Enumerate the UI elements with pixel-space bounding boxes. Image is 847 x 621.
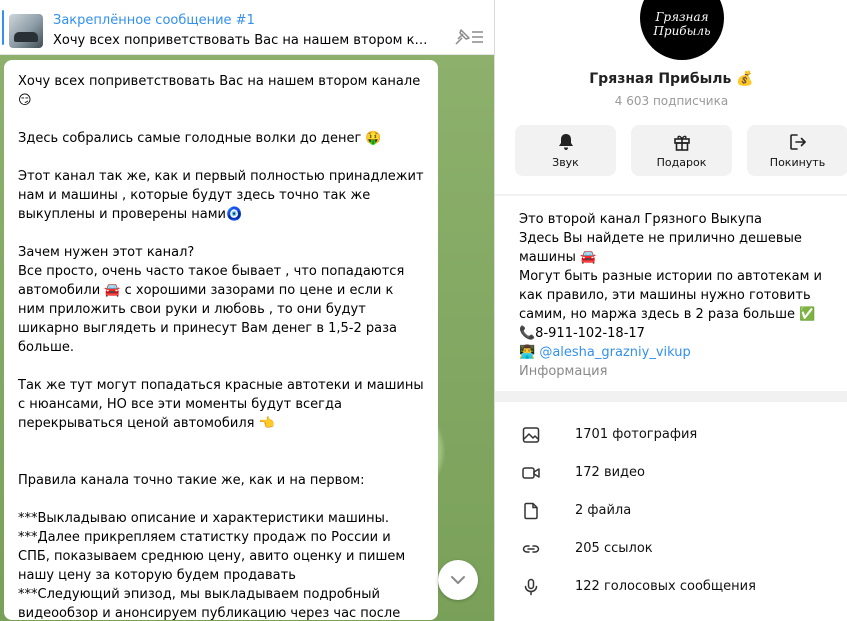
media-files-row[interactable]: 2 файла: [495, 492, 847, 530]
media-links-label: 205 ссылок: [575, 541, 653, 556]
description-line: Это второй канал Грязного Выкупа: [519, 212, 762, 227]
file-icon: [524, 502, 538, 520]
subscriber-count: 4 603 подписчика: [614, 94, 729, 108]
video-icon: [522, 467, 540, 479]
description-line: Могут быть разные истории по автотекам и…: [519, 269, 822, 322]
pinned-preview: Хочу всех поприветствовать Вас на нашем …: [53, 33, 433, 48]
bell-icon: [559, 134, 573, 150]
photo-icon: [522, 427, 540, 443]
mute-button[interactable]: Звук: [515, 125, 616, 176]
channel-name: Грязная Прибыль 💰: [589, 71, 754, 87]
mute-label: Звук: [552, 156, 579, 169]
pin-list-icon[interactable]: [454, 25, 486, 47]
media-files-label: 2 файла: [575, 503, 632, 518]
channel-header: Грязная Прибыль Грязная Прибыль 💰 4 603 …: [495, 0, 847, 194]
description-text: Это второй канал Грязного Выкупа Здесь В…: [519, 210, 839, 362]
pinned-indicator: [2, 10, 4, 45]
media-voice-row[interactable]: 122 голосовых сообщения: [495, 568, 847, 606]
contact-line: 👨‍💻 @alesha_grazniy_vikup: [519, 343, 839, 362]
media-videos-row[interactable]: 172 видео: [495, 454, 847, 492]
gift-button[interactable]: Подарок: [631, 125, 732, 176]
message-paragraph: ***Выкладываю описание и характеристики …: [18, 511, 406, 620]
avatar-logo-text: Грязная Прибыль: [653, 10, 711, 38]
message-paragraph: Этот канал так же, как и первый полность…: [18, 169, 428, 222]
message-paragraph: Правила канала точно такие же, как и на …: [18, 473, 365, 488]
media-photos-label: 1701 фотография: [575, 427, 698, 442]
chevron-down-icon: [451, 576, 465, 584]
leave-button[interactable]: Покинуть: [747, 125, 847, 176]
pinned-title: Закреплённое сообщение #1: [53, 13, 255, 28]
media-videos-label: 172 видео: [575, 465, 645, 480]
pinned-thumbnail: [9, 14, 43, 48]
chat-area: Закреплённое сообщение #1 Хочу всех попр…: [0, 0, 494, 621]
description-line: Здесь Вы найдете не прилично дешевые маш…: [519, 231, 802, 265]
channel-avatar[interactable]: Грязная Прибыль: [640, 0, 724, 60]
channel-info-panel: Грязная Прибыль Грязная Прибыль 💰 4 603 …: [494, 0, 847, 621]
message-paragraph: Здесь собрались самые голодные волки до …: [18, 131, 382, 146]
message-paragraph: Хочу всех поприветствовать Вас на нашем …: [18, 74, 421, 108]
gift-icon: [674, 135, 690, 151]
media-voice-label: 122 голосовых сообщения: [575, 579, 756, 594]
media-links-row[interactable]: 205 ссылок: [495, 530, 847, 568]
microphone-icon: [524, 578, 538, 596]
message-paragraph: Так же тут могут попадаться красные авто…: [18, 378, 428, 431]
leave-icon: [790, 134, 806, 150]
scroll-down-button[interactable]: [438, 560, 478, 600]
phone-number[interactable]: 📞8-911-102-18-17: [519, 324, 839, 343]
message-bubble[interactable]: Хочу всех поприветствовать Вас на нашем …: [4, 60, 438, 620]
shared-media-list: 1701 фотография 172 видео 2 файла 205 сс…: [495, 402, 847, 621]
message-paragraph: Зачем нужен этот канал? Все просто, очен…: [18, 245, 405, 355]
link-icon: [522, 545, 540, 553]
gift-label: Подарок: [656, 156, 707, 169]
pinned-message-bar[interactable]: Закреплённое сообщение #1 Хочу всех попр…: [0, 0, 494, 55]
info-label: Информация: [519, 364, 608, 379]
media-photos-row[interactable]: 1701 фотография: [495, 416, 847, 454]
leave-label: Покинуть: [769, 156, 826, 169]
contact-username-link[interactable]: @alesha_grazniy_vikup: [539, 345, 690, 360]
channel-description: Это второй канал Грязного Выкупа Здесь В…: [495, 196, 847, 391]
contact-emoji: 👨‍💻: [519, 345, 540, 360]
